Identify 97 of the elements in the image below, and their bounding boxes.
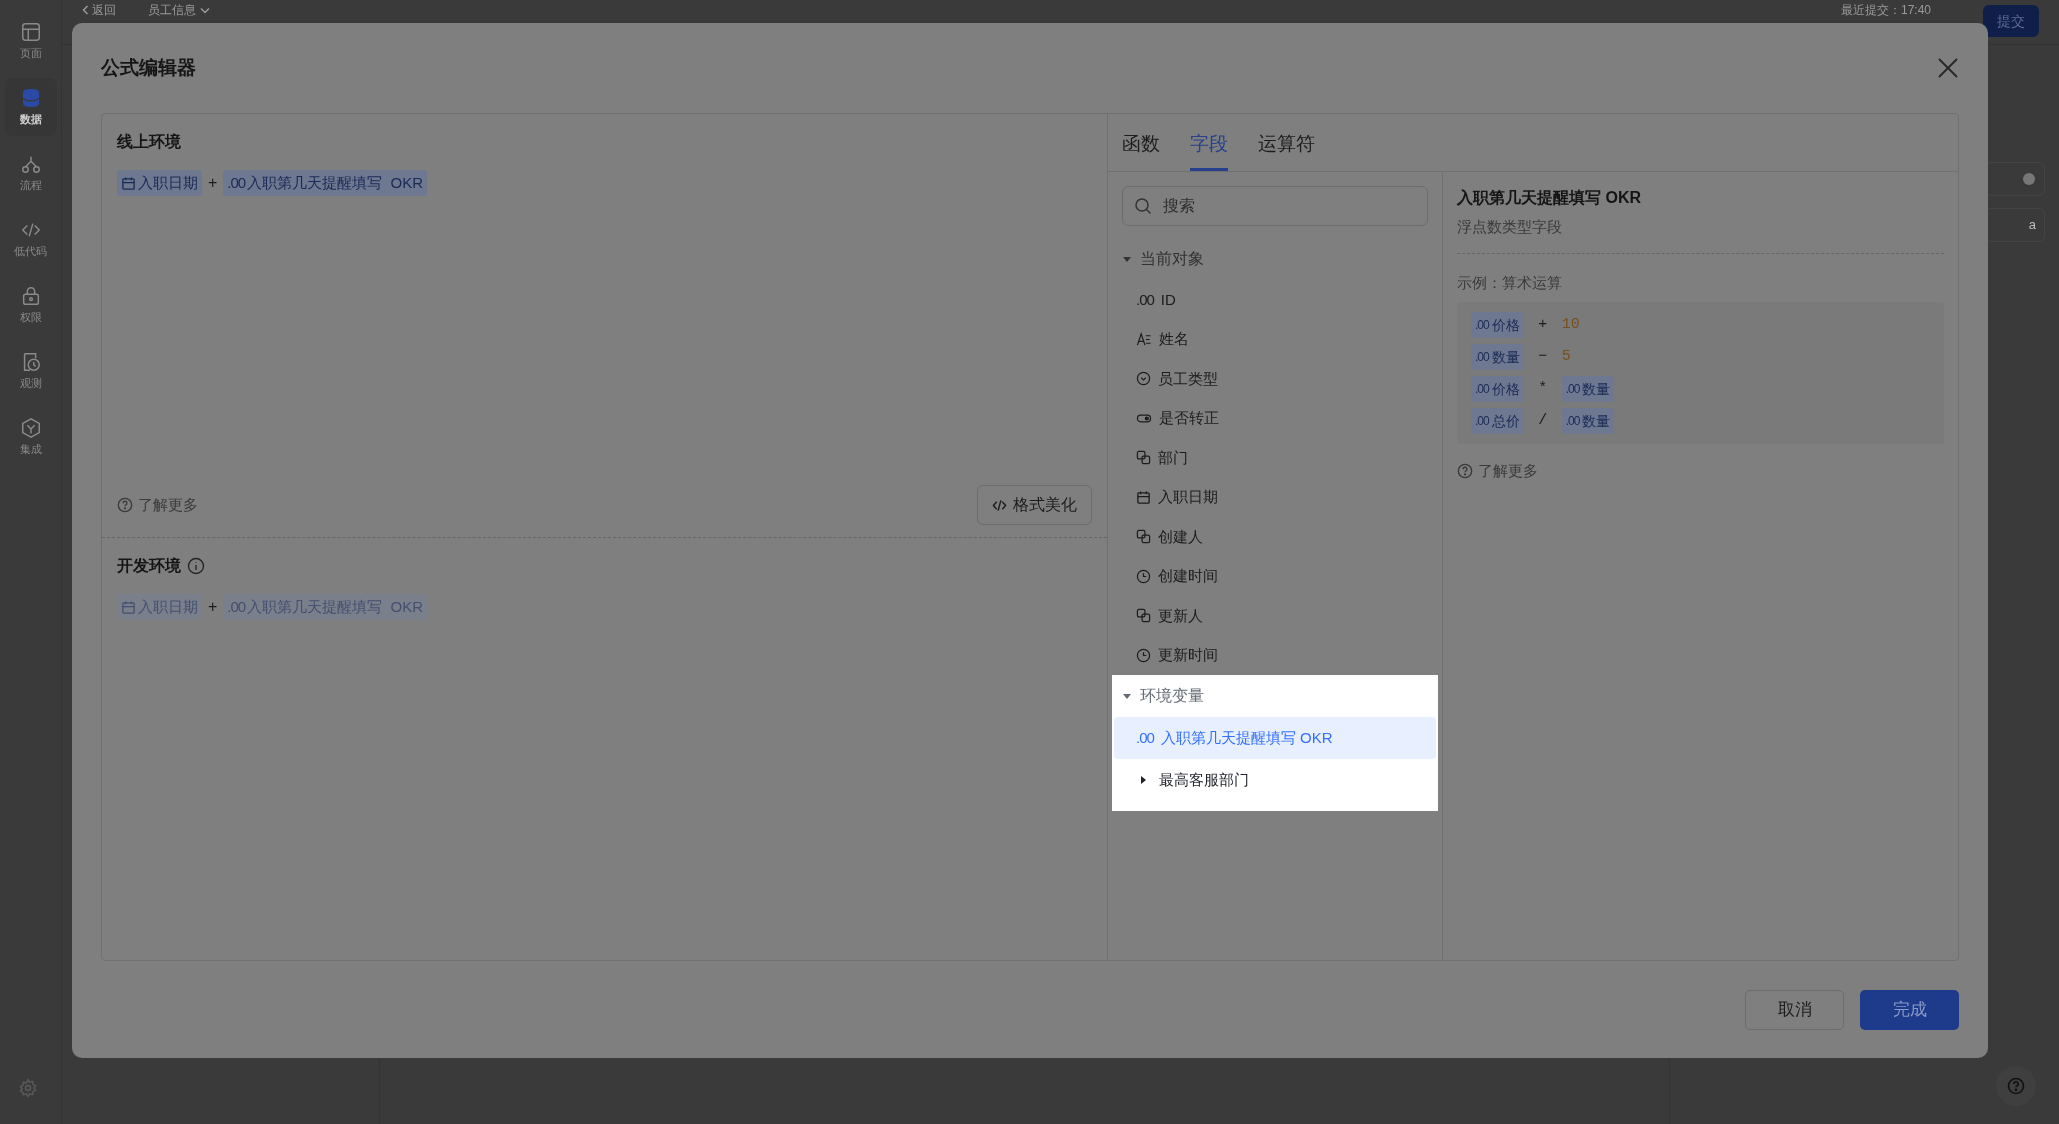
tab[interactable]: 运算符 xyxy=(1258,129,1315,171)
tree-item[interactable]: 创建时间 xyxy=(1114,556,1436,596)
tree-item[interactable]: 员工类型 xyxy=(1114,359,1436,399)
learn-more-link[interactable]: 了解更多 xyxy=(117,493,198,517)
clock-icon xyxy=(1136,568,1151,584)
token-label: 数量 xyxy=(1582,411,1611,431)
operator: − xyxy=(1537,346,1549,367)
calendar-icon xyxy=(121,175,136,191)
breadcrumb[interactable]: 员工信息 xyxy=(148,2,210,18)
search-field[interactable]: 搜索 xyxy=(1122,186,1428,226)
number-literal: 10 xyxy=(1561,314,1580,335)
chevron-down-icon xyxy=(200,6,210,14)
dialog-title: 公式编辑器 xyxy=(101,55,196,80)
close-icon[interactable] xyxy=(1937,57,1959,79)
tree-item[interactable]: 姓名 xyxy=(1114,319,1436,359)
sidebar-item[interactable]: 权限 xyxy=(4,276,57,334)
decimal-icon: .00 xyxy=(227,171,246,195)
section-title: 线上环境 xyxy=(117,132,181,152)
sidebar-item[interactable]: 低代码 xyxy=(4,210,57,268)
field-type: 浮点数类型字段 xyxy=(1457,217,1563,237)
tab[interactable]: 函数 xyxy=(1122,129,1160,171)
tree-item[interactable]: 创建人 xyxy=(1114,517,1436,557)
decimal-icon: .00 xyxy=(1475,380,1489,398)
operator: * xyxy=(1537,378,1549,399)
caret-icon xyxy=(1122,691,1132,701)
sidebar-label: 权限 xyxy=(19,309,42,325)
operator: + xyxy=(208,173,218,193)
format-button[interactable]: 格式美化 xyxy=(977,485,1092,525)
chevron-left-icon xyxy=(82,5,89,15)
tree-item[interactable]: 是否转正 xyxy=(1114,398,1436,438)
help-icon xyxy=(2007,1077,2025,1095)
sidebar-label: 流程 xyxy=(19,177,42,193)
last-commit-time: 最近提交：17:40 xyxy=(1840,2,1931,18)
tree-item[interactable]: 部门 xyxy=(1114,438,1436,478)
help-icon xyxy=(117,497,133,513)
decimal-icon: .00 xyxy=(1565,380,1580,398)
clock-icon xyxy=(1136,647,1151,663)
help-button[interactable] xyxy=(1996,1066,2036,1106)
back-link[interactable]: 返回 xyxy=(82,2,116,18)
decimal-icon: .00 xyxy=(1136,726,1154,750)
tree-item[interactable]: 最高客服部门 xyxy=(1114,759,1436,801)
token-label: 入职第几天提醒填写 OKR xyxy=(247,172,424,193)
token-label: 价格 xyxy=(1491,315,1520,335)
overlapping-squares-icon xyxy=(1136,608,1151,624)
token-label: 价格 xyxy=(1491,379,1520,399)
calendar-icon xyxy=(121,599,136,615)
token-label: 入职日期 xyxy=(138,172,198,193)
cube-icon xyxy=(19,416,42,439)
calendar-icon xyxy=(1136,489,1151,505)
tree-item[interactable]: 更新时间 xyxy=(1114,635,1436,675)
example-label: 示例：算术运算 xyxy=(1457,272,1563,293)
decimal-icon: .00 xyxy=(1565,412,1580,430)
sidebar-label: 页面 xyxy=(19,45,42,61)
text-icon xyxy=(1136,331,1152,347)
operator: + xyxy=(1537,314,1549,335)
decimal-icon: .00 xyxy=(1475,412,1489,430)
tree-item[interactable]: 更新人 xyxy=(1114,596,1436,636)
caret-icon xyxy=(1122,254,1132,264)
operator: / xyxy=(1537,410,1549,431)
sidebar-label: 低代码 xyxy=(14,243,47,259)
sidebar-item[interactable]: 页面 xyxy=(4,12,57,70)
number-literal: 5 xyxy=(1561,346,1571,367)
submit-button[interactable]: 提交 xyxy=(1983,5,2039,37)
overlapping-squares-icon xyxy=(1136,529,1151,545)
token-label: 总价 xyxy=(1491,411,1520,431)
sidebar-label: 观测 xyxy=(19,375,42,391)
token-label: 数量 xyxy=(1582,379,1611,399)
chevron-circle-icon xyxy=(1136,371,1151,387)
sidebar-item[interactable]: 数据 xyxy=(4,78,57,136)
sidebar-label: 集成 xyxy=(19,441,42,457)
tab[interactable]: 字段 xyxy=(1190,129,1228,171)
code-icon xyxy=(992,497,1007,513)
operator: + xyxy=(208,597,218,617)
field-title: 入职第几天提醒填写 OKR xyxy=(1457,188,1642,208)
decimal-icon: .00 xyxy=(1475,348,1489,366)
learn-more-link[interactable]: 了解更多 xyxy=(1457,460,1944,483)
done-button[interactable]: 完成 xyxy=(1860,989,1959,1030)
decimal-icon: .00 xyxy=(1136,288,1154,311)
token-label: 数量 xyxy=(1491,347,1520,367)
sidebar-label: 数据 xyxy=(19,111,42,127)
sidebar-item[interactable]: 流程 xyxy=(4,144,57,202)
info-icon xyxy=(187,557,205,575)
section-title: 开发环境 xyxy=(117,556,181,576)
help-icon xyxy=(1457,463,1473,480)
layout-icon xyxy=(19,20,42,43)
tree-item[interactable]: .00 ID xyxy=(1114,280,1436,320)
search-icon xyxy=(1134,197,1152,215)
sidebar-item[interactable]: 集成 xyxy=(4,408,57,466)
settings-icon[interactable] xyxy=(18,1078,38,1098)
overlapping-squares-icon xyxy=(1136,450,1151,466)
sidebar-item[interactable]: 观测 xyxy=(4,342,57,400)
decimal-icon: .00 xyxy=(1475,316,1489,334)
tree-item[interactable]: .00 入职第几天提醒填写 OKR xyxy=(1114,717,1436,759)
tree-group-header[interactable]: 环境变量 xyxy=(1112,675,1438,717)
tree-item[interactable]: 入职日期 xyxy=(1114,477,1436,517)
cancel-button[interactable]: 取消 xyxy=(1745,989,1844,1030)
tree-group-header[interactable]: 当前对象 xyxy=(1112,238,1438,280)
